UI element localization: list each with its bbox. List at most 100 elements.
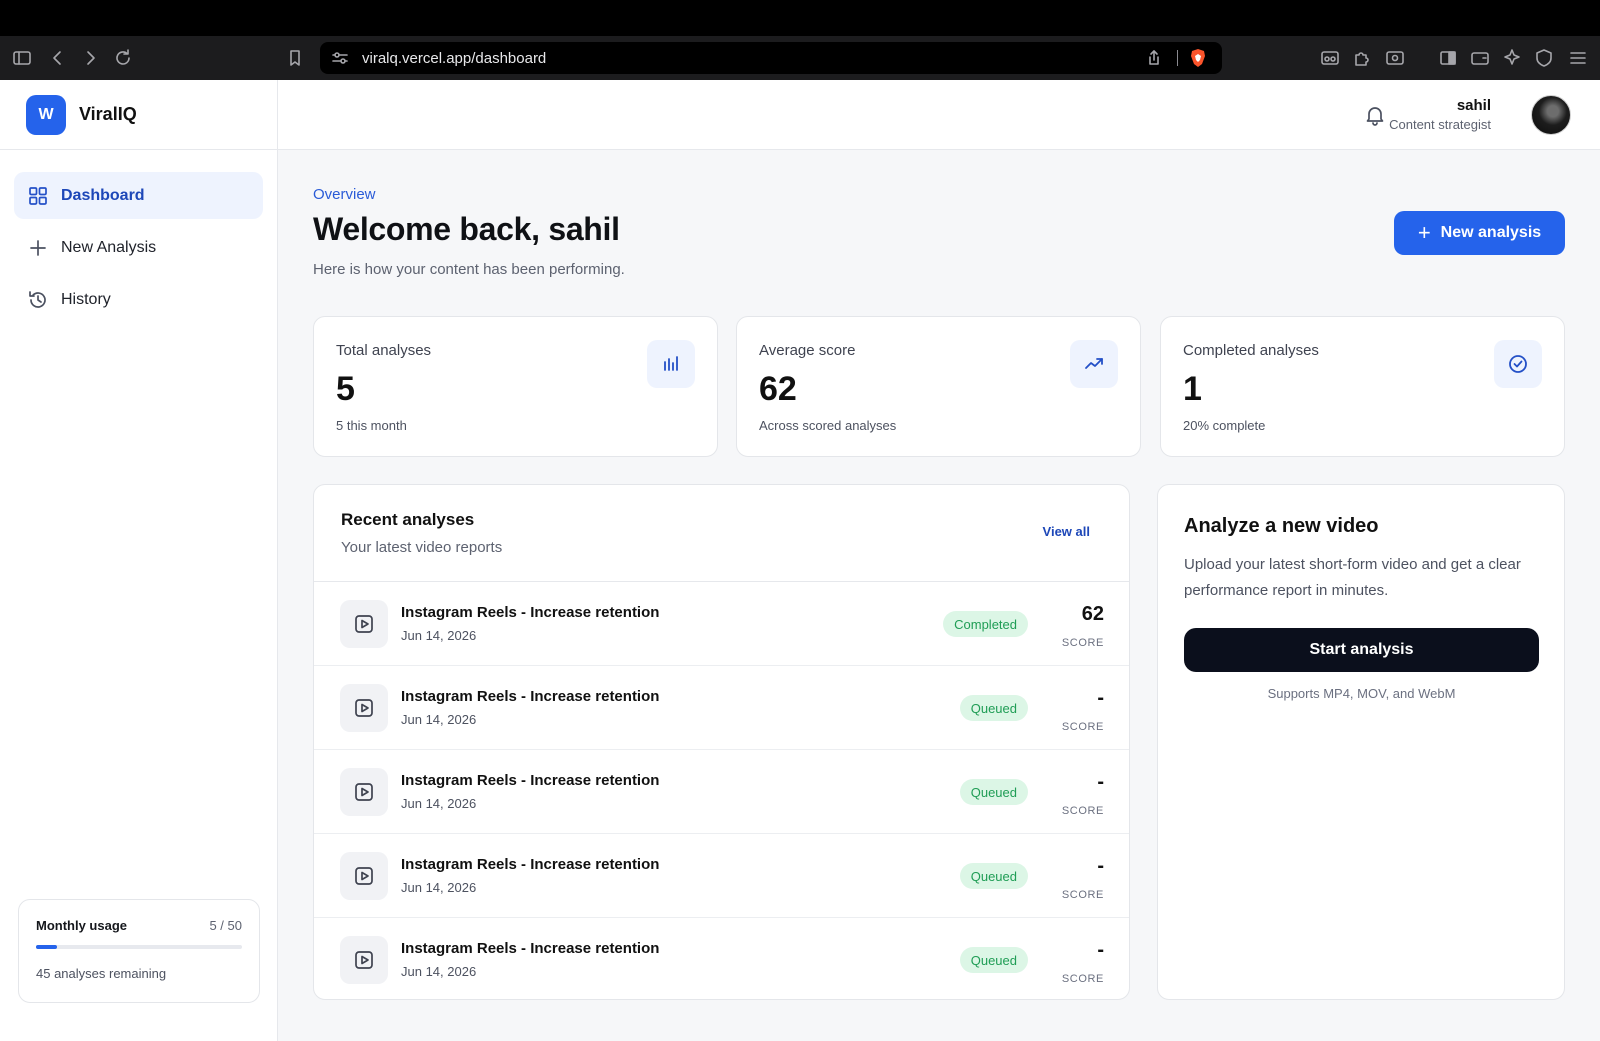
analysis-date: Jun 14, 2026 [401,712,477,727]
analysis-title: Instagram Reels - Increase retention [401,604,660,621]
analysis-date: Jun 14, 2026 [401,796,477,811]
back-icon[interactable] [46,46,70,70]
plus-icon [30,239,46,256]
recent-analyses-header: Recent analyses Your latest video report… [314,485,1129,582]
address-bar[interactable]: viralq.vercel.app/dashboard [320,42,1222,74]
user-info[interactable]: sahil Content strategist [1389,97,1491,132]
analysis-title: Instagram Reels - Increase retention [401,940,660,957]
share-icon[interactable] [1144,48,1164,73]
check-circle-icon [1494,340,1542,388]
play-icon [340,768,388,816]
sidebar-item-label: New Analysis [61,238,157,256]
table-row[interactable]: Instagram Reels - Increase retention Jun … [314,666,1129,750]
page-title: Welcome back, sahil [313,211,620,247]
stat-label: Average score [759,342,856,359]
table-row[interactable]: Instagram Reels - Increase retention Jun … [314,582,1129,666]
new-analysis-button[interactable]: + New analysis [1394,211,1565,255]
screenshot-icon[interactable] [1383,46,1407,70]
url-separator [1177,50,1178,66]
table-row[interactable]: Instagram Reels - Increase retention Jun … [314,750,1129,834]
analyze-video-card: Analyze a new video Upload your latest s… [1157,484,1565,1000]
plus-icon: + [1417,220,1431,245]
analysis-date: Jun 14, 2026 [401,880,477,895]
sidebar-item-history[interactable]: History [14,276,263,323]
brand[interactable]: W ViralIQ [0,80,277,150]
stat-value: 5 [336,370,355,408]
sidebar-item-label: History [61,290,111,308]
new-analysis-button-label: New analysis [1440,224,1542,241]
forward-icon[interactable] [78,46,102,70]
menu-icon[interactable] [1566,46,1590,70]
brand-name[interactable]: ViralIQ [79,104,137,125]
supported-formats: Supports MP4, MOV, and WebM [1267,686,1456,701]
recent-analyses-card: Recent analyses Your latest video report… [313,484,1130,1000]
usage-count: 5 / 50 [209,918,242,933]
vpn-shield-icon[interactable] [1532,46,1556,70]
site-settings-icon[interactable] [330,48,350,73]
usage-card: Monthly usage 5 / 50 45 analyses remaini… [18,899,260,1003]
analysis-date: Jun 14, 2026 [401,628,477,643]
avatar[interactable] [1531,95,1571,135]
bookmark-icon[interactable] [283,46,307,70]
trending-up-icon [1070,340,1118,388]
browser-toolbar: viralq.vercel.app/dashboard [0,36,1600,80]
brave-shield-icon[interactable] [1188,48,1208,68]
stat-label: Completed analyses [1183,342,1319,359]
stat-value: 1 [1183,370,1202,408]
sidebar-item-dashboard[interactable]: Dashboard [14,172,263,219]
sidebar-panel-icon[interactable] [1436,46,1460,70]
user-name: sahil [1456,97,1491,114]
stat-value: 62 [759,370,797,408]
stat-card-average: Average score 62 Across scored analyses [736,316,1141,457]
view-all-link[interactable]: View all [1043,524,1090,539]
wallet-icon[interactable] [1468,46,1492,70]
url-text[interactable]: viralq.vercel.app/dashboard [362,50,546,67]
status-badge: Queued [959,863,1028,889]
logo[interactable]: W [26,94,66,135]
notifications-bell-icon[interactable] [1364,104,1386,131]
bar-chart-icon [647,340,695,388]
extensions-icon[interactable] [1350,46,1374,70]
analyze-title: Analyze a new video [1184,515,1379,537]
stat-note: 20% complete [1183,418,1266,433]
os-top-bar [0,0,1600,36]
stat-note: Across scored analyses [759,418,897,433]
sidebar-item-new-analysis[interactable]: New Analysis [14,224,263,271]
score-label: SCORE [1061,889,1104,901]
reload-icon[interactable] [111,46,135,70]
analysis-title: Instagram Reels - Increase retention [401,856,660,873]
usage-title: Monthly usage [36,918,128,933]
stat-card-total: Total analyses 5 5 this month [313,316,718,457]
user-role: Content strategist [1389,117,1491,132]
analysis-title: Instagram Reels - Increase retention [401,688,660,705]
analysis-score: - [1097,687,1104,709]
usage-progress-bar [36,945,242,949]
table-row[interactable]: Instagram Reels - Increase retention Jun … [314,918,1129,999]
sidebar-toggle-icon[interactable] [10,46,34,70]
page-subtitle: Here is how your content has been perfor… [313,261,625,278]
stat-card-completed: Completed analyses 1 20% complete [1160,316,1565,457]
recent-analyses-title: Recent analyses [341,510,475,529]
status-badge: Queued [959,779,1028,805]
sidebar-item-label: Dashboard [61,186,145,204]
status-badge: Queued [959,695,1028,721]
analysis-date: Jun 14, 2026 [401,964,477,979]
score-label: SCORE [1061,973,1104,985]
analysis-score: - [1097,771,1104,793]
analysis-title: Instagram Reels - Increase retention [401,772,660,789]
table-row[interactable]: Instagram Reels - Increase retention Jun … [314,834,1129,918]
usage-progress-fill [36,945,57,949]
history-icon [29,290,46,308]
recent-analyses-subtitle: Your latest video reports [341,539,503,556]
reader-mode-icon[interactable] [1318,46,1342,70]
score-label: SCORE [1061,805,1104,817]
status-badge: Completed [943,611,1028,637]
leo-ai-icon[interactable] [1500,46,1524,70]
page-overline: Overview [313,186,376,203]
stat-note: 5 this month [336,418,407,433]
score-label: SCORE [1061,637,1104,649]
analysis-score: - [1097,855,1104,877]
stat-label: Total analyses [336,342,432,359]
score-label: SCORE [1061,721,1104,733]
start-analysis-button[interactable]: Start analysis [1184,628,1539,672]
